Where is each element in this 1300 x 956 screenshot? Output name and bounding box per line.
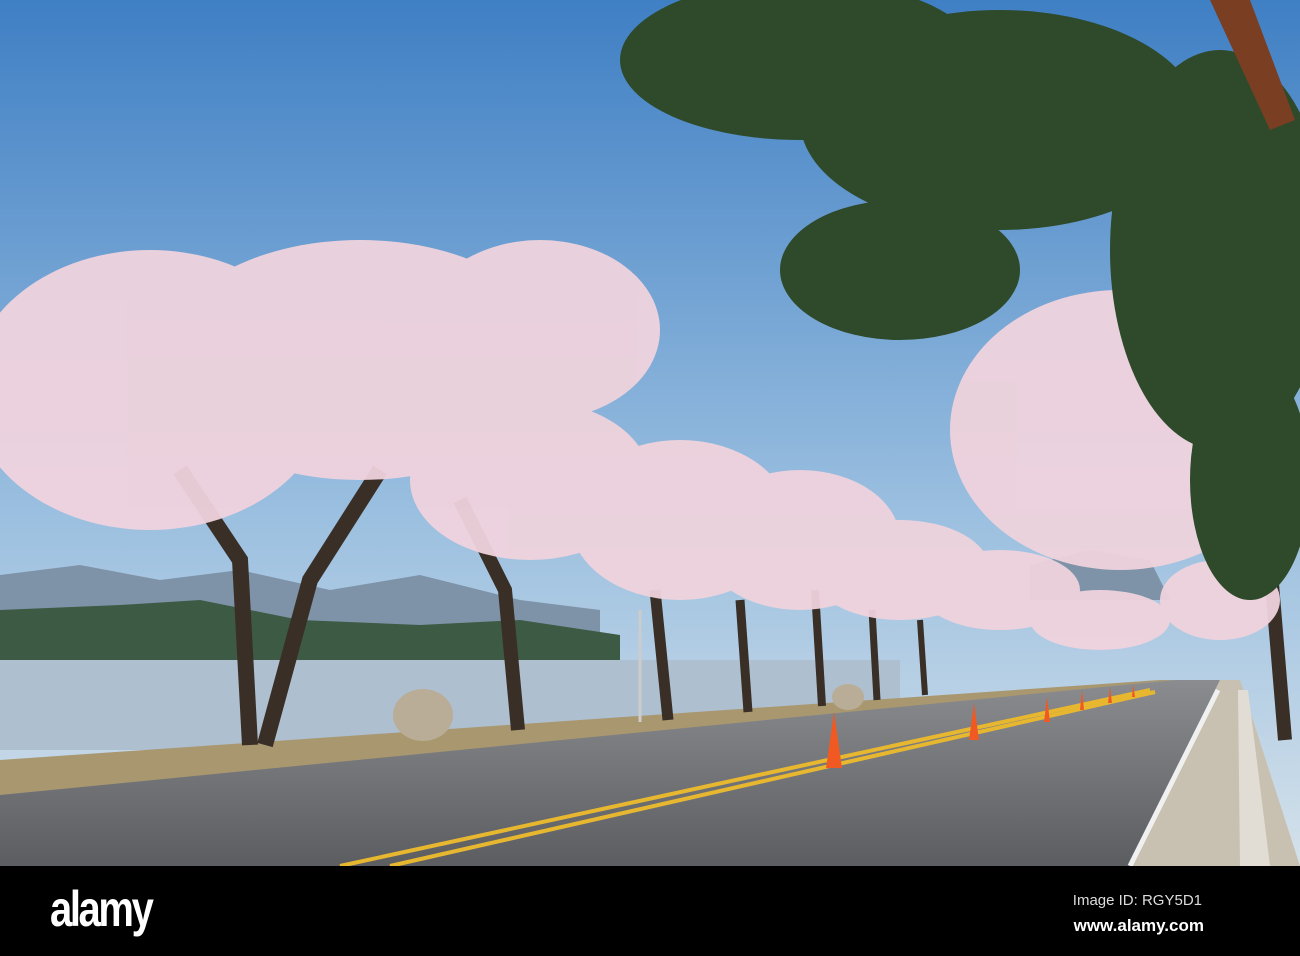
alamy-logo: alamy (50, 881, 154, 937)
boulder (393, 689, 453, 741)
image-id-label: Image ID: RGY5D1 (1072, 892, 1202, 909)
site-url: www.alamy.com (1073, 916, 1204, 935)
cherry-blossom-road-photo (0, 0, 1300, 866)
watermark-bar: alamy Image ID: RGY5D1 www.alamy.com (0, 866, 1300, 956)
